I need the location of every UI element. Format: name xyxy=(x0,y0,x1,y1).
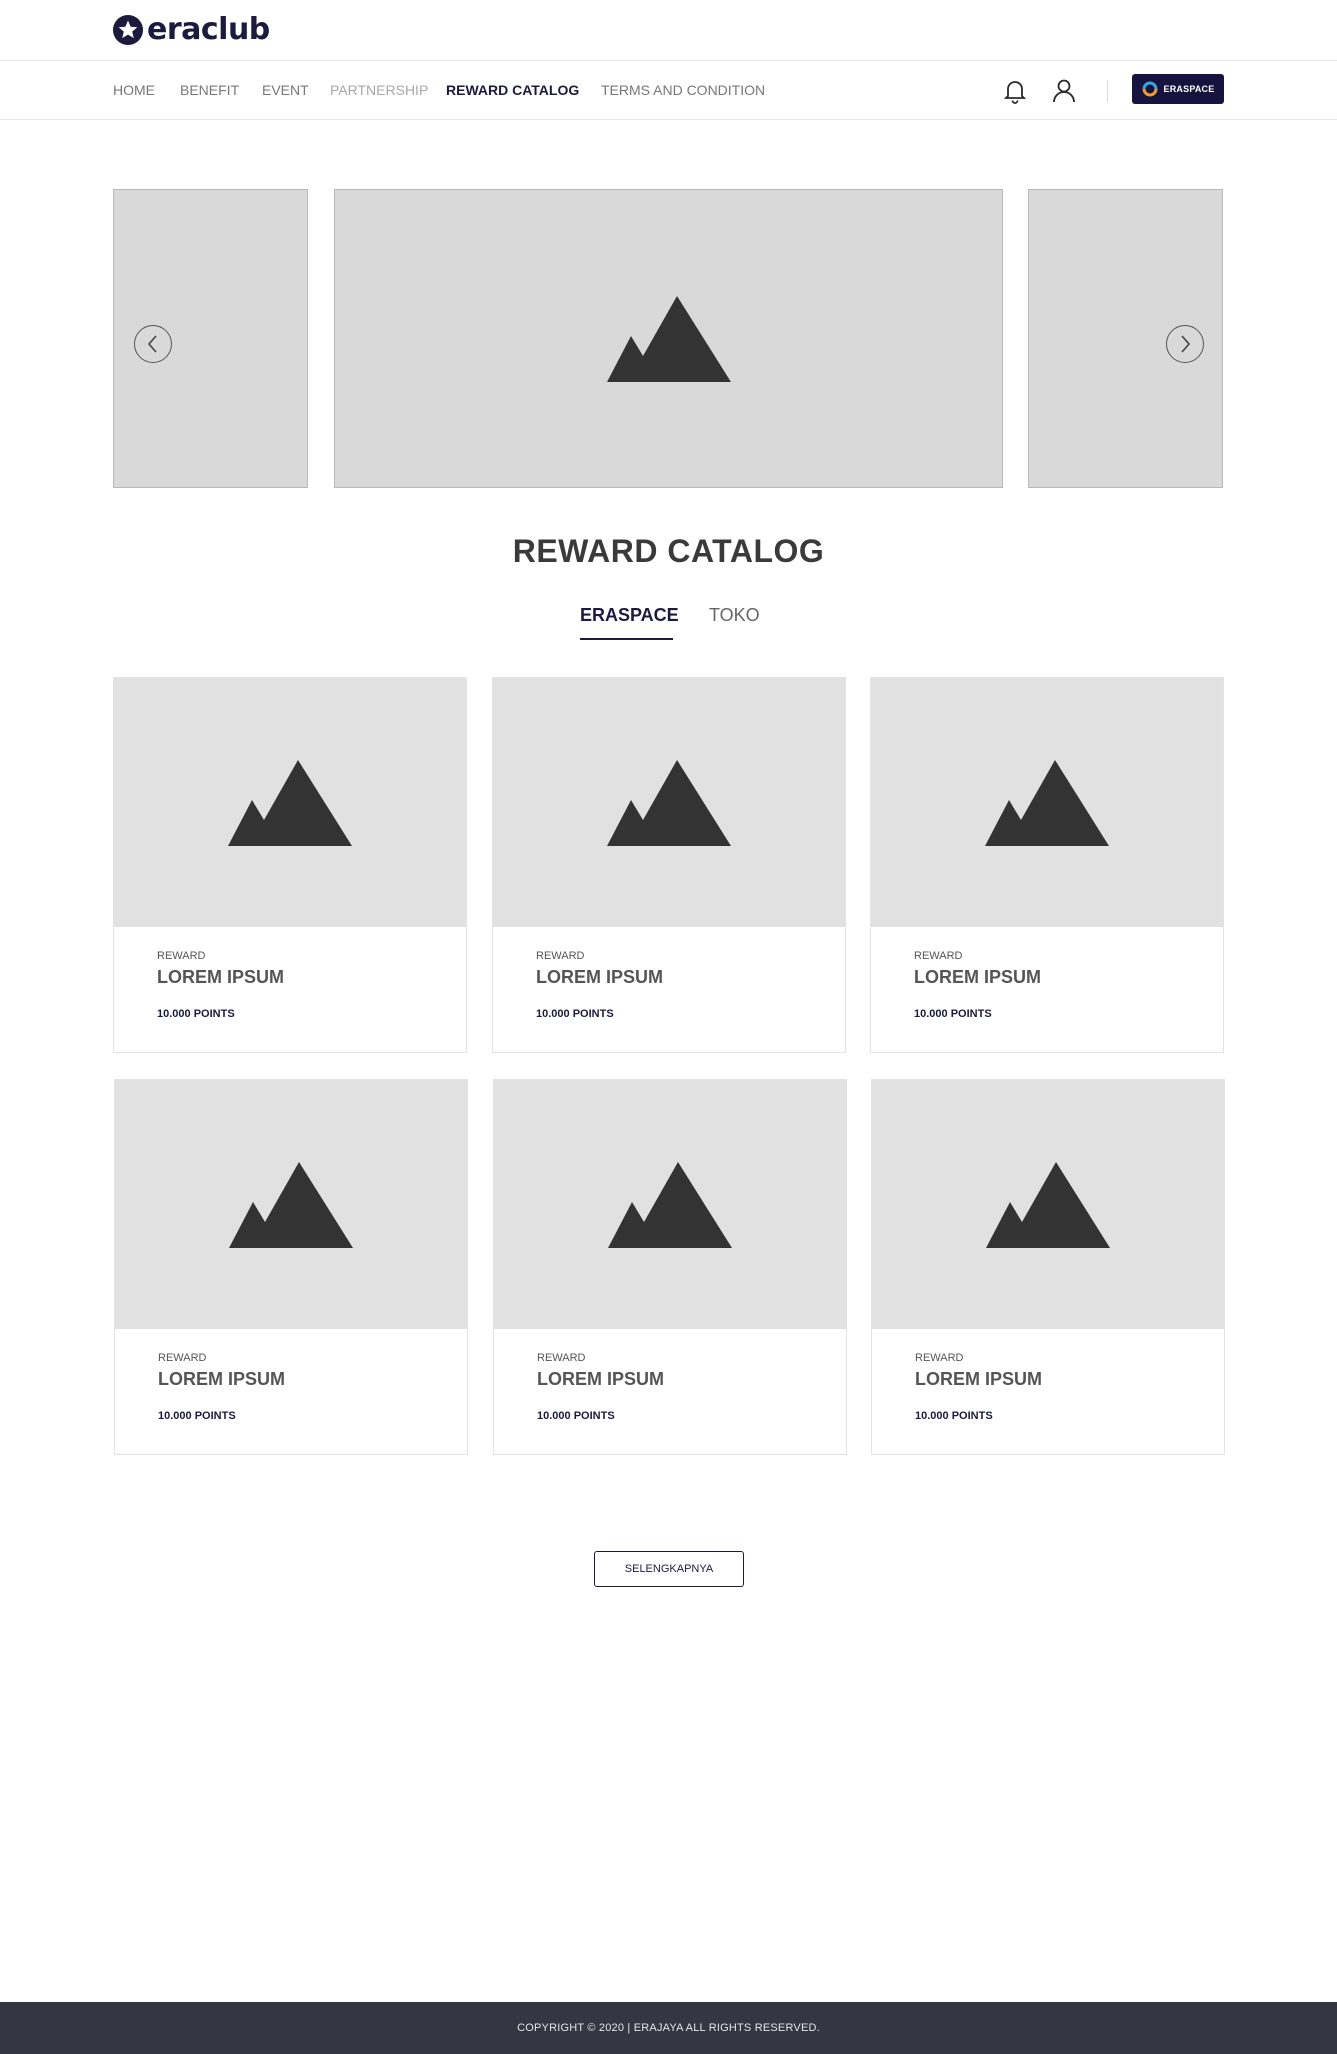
reward-card[interactable]: REWARD LOREM IPSUM 10.000 POINTS xyxy=(114,1079,468,1455)
eraspace-logo-icon xyxy=(1142,81,1158,97)
tab-toko[interactable]: TOKO xyxy=(709,605,760,626)
active-tab-indicator xyxy=(580,638,673,640)
image-placeholder-icon xyxy=(608,1161,732,1248)
reward-image xyxy=(871,678,1223,927)
image-placeholder-icon xyxy=(985,759,1109,846)
copyright-text: COPYRIGHT © 2020 | ERAJAYA ALL RIGHTS RE… xyxy=(517,2022,820,2034)
eraspace-button-label: ERASPACE xyxy=(1163,84,1215,94)
reward-points: 10.000 POINTS xyxy=(915,1410,993,1422)
reward-title: LOREM IPSUM xyxy=(158,1369,286,1389)
reward-category: REWARD xyxy=(157,950,206,962)
main-nav: HOME BENEFIT EVENT PARTNERSHIP REWARD CA… xyxy=(0,62,1337,120)
nav-item-event[interactable]: EVENT xyxy=(262,82,309,98)
carousel-prev-button[interactable] xyxy=(134,325,172,363)
nav-item-home[interactable]: HOME xyxy=(113,82,155,98)
reward-points: 10.000 POINTS xyxy=(537,1410,615,1422)
chevron-right-icon xyxy=(1181,335,1191,353)
nav-item-reward-catalog[interactable]: REWARD CATALOG xyxy=(446,82,579,98)
image-placeholder-icon xyxy=(229,1161,353,1248)
reward-points: 10.000 POINTS xyxy=(914,1008,992,1020)
reward-points: 10.000 POINTS xyxy=(158,1410,236,1422)
reward-title: LOREM IPSUM xyxy=(157,967,285,987)
reward-card[interactable]: REWARD LOREM IPSUM 10.000 POINTS xyxy=(870,677,1224,1053)
user-icon[interactable] xyxy=(1049,76,1079,106)
reward-image xyxy=(115,1080,467,1329)
reward-category: REWARD xyxy=(158,1352,207,1364)
reward-category: REWARD xyxy=(536,950,585,962)
tab-eraspace[interactable]: ERASPACE xyxy=(580,605,679,626)
eraspace-button[interactable]: ERASPACE xyxy=(1132,74,1224,104)
logo-bar: eraclub xyxy=(0,0,1337,61)
reward-card[interactable]: REWARD LOREM IPSUM 10.000 POINTS xyxy=(492,677,846,1053)
reward-points: 10.000 POINTS xyxy=(157,1008,235,1020)
reward-card[interactable]: REWARD LOREM IPSUM 10.000 POINTS xyxy=(113,677,467,1053)
star-badge-icon xyxy=(113,15,143,45)
nav-divider xyxy=(1107,80,1108,102)
footer: COPYRIGHT © 2020 | ERAJAYA ALL RIGHTS RE… xyxy=(0,2002,1337,2054)
reward-title: LOREM IPSUM xyxy=(536,967,664,987)
reward-title: LOREM IPSUM xyxy=(915,1369,1043,1389)
nav-item-terms[interactable]: TERMS AND CONDITION xyxy=(601,82,765,98)
reward-image xyxy=(114,678,466,927)
image-placeholder-icon xyxy=(606,295,731,382)
reward-image xyxy=(493,678,845,927)
nav-item-benefit[interactable]: BENEFIT xyxy=(180,82,239,98)
reward-image xyxy=(494,1080,846,1329)
reward-category: REWARD xyxy=(537,1352,586,1364)
image-placeholder-icon xyxy=(228,759,352,846)
chevron-left-icon xyxy=(147,335,157,353)
reward-points: 10.000 POINTS xyxy=(536,1008,614,1020)
load-more-button[interactable]: SELENGKAPNYA xyxy=(594,1551,744,1587)
carousel-slide-current[interactable] xyxy=(334,189,1003,488)
reward-title: LOREM IPSUM xyxy=(914,967,1042,987)
image-placeholder-icon xyxy=(607,759,731,846)
eraclub-logo[interactable]: eraclub xyxy=(113,14,270,46)
image-placeholder-icon xyxy=(986,1161,1110,1248)
reward-card[interactable]: REWARD LOREM IPSUM 10.000 POINTS xyxy=(493,1079,847,1455)
reward-category: REWARD xyxy=(915,1352,964,1364)
reward-title: LOREM IPSUM xyxy=(537,1369,665,1389)
page-title: REWARD CATALOG xyxy=(512,533,825,569)
carousel-next-button[interactable] xyxy=(1166,325,1204,363)
bell-icon[interactable] xyxy=(1000,76,1030,106)
reward-card[interactable]: REWARD LOREM IPSUM 10.000 POINTS xyxy=(871,1079,1225,1455)
reward-category: REWARD xyxy=(914,950,963,962)
logo-text: eraclub xyxy=(147,12,270,47)
nav-item-partnership[interactable]: PARTNERSHIP xyxy=(330,82,428,98)
reward-image xyxy=(872,1080,1224,1329)
